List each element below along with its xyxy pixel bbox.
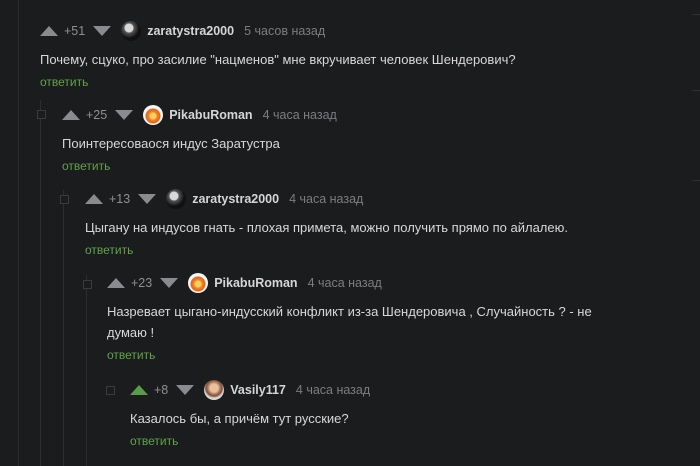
comment-header: +13 zaratystra2000 4 часа назад [85,188,568,210]
comment-text: Почему, сцуко, про засилие "нацменов" мн… [40,52,516,67]
comment: +8 Vasily117 4 часа назад Казалось бы, а… [130,379,370,450]
comment-author[interactable]: PikabuRoman [169,108,252,122]
comment-time[interactable]: 4 часа назад [296,383,370,397]
reply-link[interactable]: ответить [130,434,178,448]
avatar[interactable] [121,21,142,41]
thread-line[interactable] [40,100,41,466]
comment-author[interactable]: zaratystra2000 [192,192,279,206]
thread-line[interactable] [18,0,19,466]
comment-text: Поинтересоваося индус Заратустра [62,136,280,151]
downvote-icon[interactable] [176,385,195,395]
comment-time[interactable]: 4 часа назад [308,276,382,290]
collapse-toggle[interactable] [106,386,115,395]
comment-text-line: думаю ! [107,325,155,340]
reply-link[interactable]: ответить [40,75,88,89]
comment-text-line: Назревает цыгано-индусский конфликт из-з… [107,304,592,319]
avatar[interactable] [143,105,164,125]
comment-rating: +25 [86,108,108,122]
reply-link[interactable]: ответить [85,243,133,257]
comment: +23 PikabuRoman 4 часа назад Назревает ц… [107,272,592,364]
page-divider [692,90,700,91]
avatar[interactable] [188,273,209,293]
page-divider [692,180,700,181]
comment-time[interactable]: 4 часа назад [289,192,363,206]
comment: +51 zaratystra2000 5 часов назад Почему,… [40,20,516,91]
upvote-icon[interactable] [85,194,103,204]
comment-text: Казалось бы, а причём тут русские? [130,411,349,426]
comment-author[interactable]: zaratystra2000 [147,24,234,38]
upvote-icon[interactable] [40,26,58,36]
comment-text: Назревает цыгано-индусский конфликт из-з… [107,301,592,343]
comment-rating: +51 [64,24,86,38]
reply-link[interactable]: ответить [62,159,110,173]
upvote-icon[interactable] [130,385,148,395]
downvote-icon[interactable] [115,110,134,120]
avatar[interactable] [204,380,225,400]
comment-author[interactable]: Vasily117 [230,383,286,397]
thread-line[interactable] [86,275,87,466]
comment-rating: +13 [109,192,131,206]
downvote-icon[interactable] [93,26,112,36]
reply-link[interactable]: ответить [107,348,155,362]
avatar[interactable] [166,189,187,209]
comments-thread: +51 zaratystra2000 5 часов назад Почему,… [0,0,700,466]
comment-time[interactable]: 5 часов назад [244,24,325,38]
comment: +25 PikabuRoman 4 часа назад Поинтересов… [62,104,337,175]
comment-header: +51 zaratystra2000 5 часов назад [40,20,516,42]
collapse-toggle[interactable] [60,195,69,204]
upvote-icon[interactable] [107,278,125,288]
downvote-icon[interactable] [160,278,179,288]
thread-line[interactable] [63,190,64,466]
collapse-toggle[interactable] [37,110,46,119]
collapse-toggle[interactable] [83,280,92,289]
comment-rating: +8 [154,383,169,397]
comment-rating: +23 [131,276,153,290]
downvote-icon[interactable] [138,194,157,204]
comment-time[interactable]: 4 часа назад [263,108,337,122]
comment-header: +8 Vasily117 4 часа назад [130,379,370,401]
comment-author[interactable]: PikabuRoman [214,276,297,290]
comment-text: Цыгану на индусов гнать - плохая примета… [85,220,568,235]
page-divider [692,14,700,15]
upvote-icon[interactable] [62,110,80,120]
comment: +13 zaratystra2000 4 часа назад Цыгану н… [85,188,568,259]
comment-header: +25 PikabuRoman 4 часа назад [62,104,337,126]
comment-header: +23 PikabuRoman 4 часа назад [107,272,592,294]
